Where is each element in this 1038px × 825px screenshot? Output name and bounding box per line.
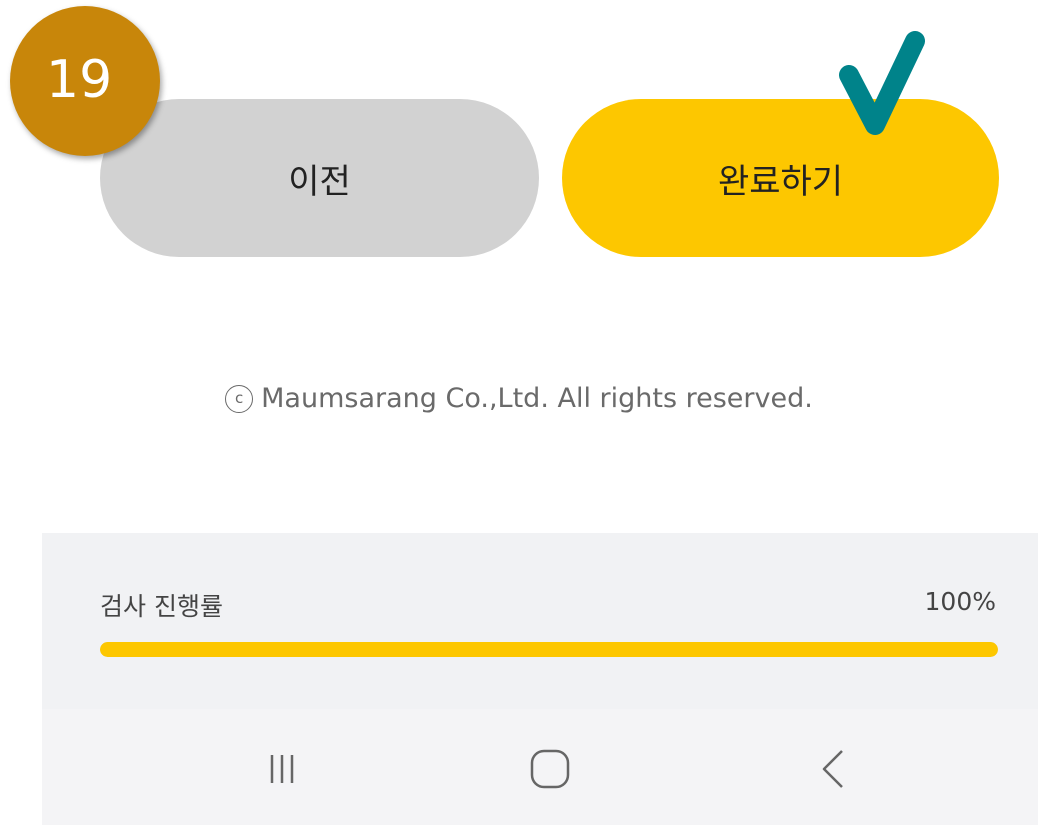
back-icon — [822, 750, 843, 788]
recent-apps-icon — [270, 755, 294, 783]
progress-bar — [100, 642, 998, 657]
copyright-icon: c — [225, 384, 254, 413]
progress-panel: 검사 진행률 100% — [42, 533, 1038, 709]
progress-percent: 100% — [924, 587, 996, 616]
step-number-badge: 19 — [10, 6, 160, 156]
back-button[interactable] — [799, 739, 869, 799]
page: 19 이전 완료하기 c Maumsarang Co.,Ltd. All rig… — [0, 0, 1038, 825]
copyright-notice: c Maumsarang Co.,Ltd. All rights reserve… — [0, 383, 1038, 414]
system-nav-bar — [42, 709, 1038, 825]
step-number: 19 — [46, 50, 113, 110]
check-mark-icon — [839, 31, 925, 135]
progress-label: 검사 진행률 — [100, 592, 223, 621]
prev-button-label: 이전 — [288, 161, 351, 202]
copyright-text: Maumsarang Co.,Ltd. All rights reserved. — [261, 383, 813, 414]
prev-button[interactable]: 이전 — [100, 99, 539, 257]
recent-apps-button[interactable] — [247, 739, 317, 799]
home-button[interactable] — [515, 739, 585, 799]
complete-button-label: 완료하기 — [717, 161, 844, 202]
home-icon — [530, 749, 570, 789]
progress-bar-fill — [100, 642, 998, 657]
